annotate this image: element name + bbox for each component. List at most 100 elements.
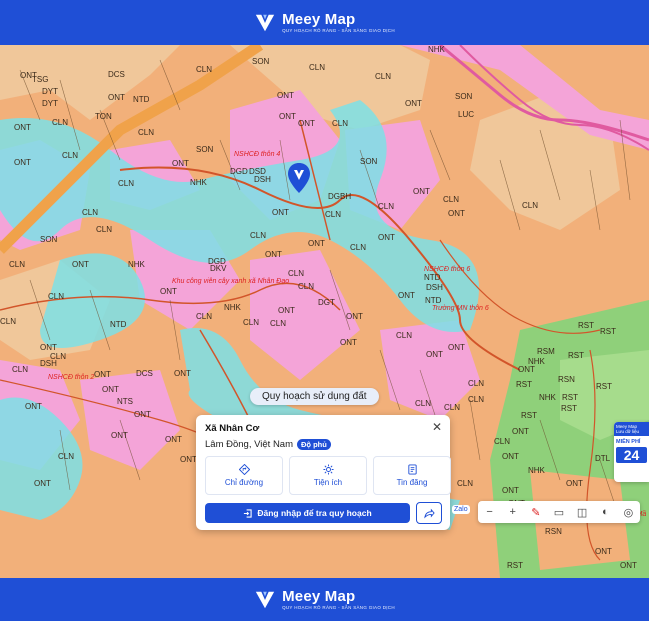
directions-button[interactable]: Chỉ đường [205,456,283,495]
map-zone-label: CLN [378,202,395,211]
map-zone-label: RSM [537,347,555,356]
zoom-out-button[interactable]: − [482,506,498,518]
zalo-chat-link[interactable]: Zalo [452,505,470,514]
map-zone-label: ONT [172,159,189,168]
promo-banner[interactable]: Meey Map Lưu dữ liệu MIỄN PHÍ 24 [614,422,649,482]
bottom-banner: Meey Map QUY HOẠCH RÕ RÀNG - SẴN SÀNG GI… [0,578,649,621]
directions-label: Chỉ đường [224,478,264,487]
map-zone-label: ONT [448,209,465,218]
brand-name: Meey Map [282,10,356,28]
promo-number: 24 [616,447,647,463]
map-zone-label: ONT [405,99,422,108]
login-to-search-button[interactable]: Đăng nhập để tra quy hoạch [205,503,410,523]
map-zone-label: CLN [62,151,79,160]
planning-type-chip[interactable]: Quy hoạch sử dụng đất [250,388,379,405]
map-zone-label: NHK [190,178,207,187]
map-zone-label: ONT [502,486,519,495]
map-zone-label: DSH [254,175,271,184]
map-zone-label: CLN [243,318,260,327]
login-icon [244,508,252,518]
layer-opacity-button[interactable]: ◐ [597,506,613,518]
map-zone-label: NTD [110,320,127,329]
brand-logo: Meey Map QUY HOẠCH RÕ RÀNG - SẴN SÀNG GI… [254,12,395,34]
map-zone-label: NTD [133,95,150,104]
map-zone-label: ONT [279,112,296,121]
map-zone-label: NHK [539,393,556,402]
draw-tool-button[interactable]: ✎ [528,506,544,519]
map-zone-label: ONT [174,369,191,378]
map-zone-label: DKV [210,264,227,273]
login-label: Đăng nhập để tra quy hoạch [257,508,372,518]
map-zone-label: CLN [270,319,287,328]
map-zone-label: ONT [595,547,612,556]
map-zone-label: CLN [443,195,460,204]
coverage-badge[interactable]: Độ phủ [297,439,331,450]
directions-icon [238,464,250,475]
map-zone-label: CLN [494,437,511,446]
login-row: Đăng nhập để tra quy hoạch [205,502,442,524]
map-zone-label: NSHCĐ thôn 4 [234,151,281,158]
location-card: Xã Nhân Cơ ✕ Lâm Đồng, Việt Nam Độ phủ C… [196,415,451,530]
location-title: Xã Nhân Cơ [205,423,260,434]
share-button[interactable] [416,502,442,524]
location-subtitle: Lâm Đồng, Việt Nam Độ phủ [205,439,331,450]
map-zone-label: NHK [224,303,241,312]
map-zone-label: CLN [350,243,367,252]
map-zone-label: ONT [277,91,294,100]
meey-logo-icon [255,591,275,608]
map-zone-label: Trường MN thôn 6 [432,305,489,312]
brand-tagline-bottom: QUY HOẠCH RÕ RÀNG - SẴN SÀNG GIAO DỊCH [282,604,395,610]
map-zone-label: NTS [117,397,133,406]
map-zone-label: SON [252,57,270,66]
map-zone-label: CLN [468,395,485,404]
map-zone-label: ONT [448,343,465,352]
split-view-button[interactable]: ◫ [574,506,590,519]
map-zone-label: DYT [42,87,58,96]
map-zone-label: DTL [595,454,611,463]
map-zone-label: ONT [308,239,325,248]
brand-tagline: QUY HOẠCH RÕ RÀNG - SẴN SÀNG GIAO DỊCH [282,27,395,33]
map-zone-label: DSH [40,359,57,368]
map-zone-label: CLN [58,452,75,461]
map-zone-label: RST [562,393,578,402]
my-location-button[interactable]: ◎ [620,506,636,519]
top-banner: Meey Map QUY HOẠCH RÕ RÀNG - SẴN SÀNG GI… [0,0,649,45]
listings-button[interactable]: Tin đăng [373,456,451,495]
close-button[interactable]: ✕ [432,420,442,434]
map-zone-label: CLN [309,63,326,72]
utilities-icon [322,464,334,475]
promo-sub: Lưu dữ liệu [616,429,640,434]
map-zone-label: RST [578,321,594,330]
meey-logo-icon [255,14,275,31]
map-zone-label: CLN [298,282,315,291]
listings-icon [407,464,417,475]
map-zone-label: RSN [558,375,575,384]
brand-logo-bottom: Meey Map QUY HOẠCH RÕ RÀNG - SẴN SÀNG GI… [254,589,395,611]
map-zone-label: RST [507,561,523,570]
map-zone-label: ONT [378,233,395,242]
map-zone-label: RST [521,411,537,420]
location-pin-icon[interactable] [288,163,310,193]
map-zone-label: CLN [444,403,461,412]
map-zone-label: TSG [32,75,49,84]
map-zone-label: SON [196,145,214,154]
map-zone-label: NHK [128,260,145,269]
map-zone-label: ONT [14,123,31,132]
map-zone-label: CLN [196,65,213,74]
map-zone-label: ONT [566,479,583,488]
map-zone-label: RSN [545,527,562,536]
map-zone-label: CLN [415,399,432,408]
map-zone-label: NHK [528,466,545,475]
map-zone-label: ONT [34,479,51,488]
map-zone-label: CLN [522,201,539,210]
map-zone-label: CLN [396,331,413,340]
utilities-button[interactable]: Tiện ích [289,456,367,495]
map-zone-label: ONT [108,93,125,102]
map-zone-label: CLN [457,479,474,488]
map-zone-label: RST [600,327,616,336]
brand-name-bottom: Meey Map [282,587,356,605]
zoom-in-button[interactable]: + [505,506,521,518]
map-zone-label: ONT [502,452,519,461]
map-zone-label: ONT [398,291,415,300]
measure-button[interactable]: ▭ [551,506,567,519]
